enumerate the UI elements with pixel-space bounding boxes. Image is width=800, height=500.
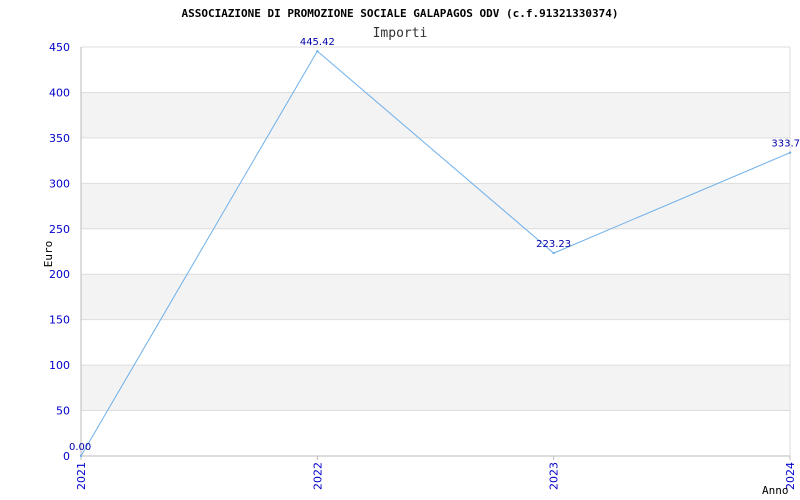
y-tick-label: 300 (49, 177, 70, 190)
x-tick-label: 2023 (548, 462, 561, 490)
y-tick-label: 200 (49, 268, 70, 281)
chart-subtitle: Importi (373, 26, 428, 41)
plot-background (81, 47, 790, 456)
grid-band (81, 92, 790, 138)
grid-band (81, 137, 790, 184)
y-tick-label: 50 (56, 405, 70, 418)
line-chart: ASSOCIAZIONE DI PROMOZIONE SOCIALE GALAP… (42, 7, 800, 497)
x-tick-label: 2021 (75, 462, 88, 490)
grid-band (81, 410, 790, 456)
x-axis-ticks: 2021 2022 2023 2024 (75, 456, 797, 490)
x-tick-label: 2022 (311, 462, 324, 490)
grid-band (81, 365, 790, 411)
y-tick-label: 450 (49, 41, 70, 54)
y-tick-label: 150 (49, 314, 70, 327)
data-point (316, 49, 319, 53)
y-axis-label: Euro (42, 241, 55, 268)
y-tick-label: 350 (49, 132, 70, 145)
y-tick-label: 250 (49, 223, 70, 236)
data-label: 223.23 (536, 239, 571, 250)
grid-band (81, 47, 790, 93)
chart-title: ASSOCIAZIONE DI PROMOZIONE SOCIALE GALAP… (181, 7, 618, 20)
y-tick-label: 400 (49, 86, 70, 99)
x-axis-label: Anno (762, 484, 789, 497)
y-tick-label: 100 (49, 359, 70, 372)
grid-band (81, 319, 790, 366)
grid-band (81, 228, 790, 275)
data-point (788, 151, 792, 154)
data-point (552, 251, 555, 255)
data-label: 0.00 (69, 442, 91, 453)
grid-band (81, 274, 790, 320)
grid-band (81, 183, 790, 229)
data-label: 333.7 (771, 139, 800, 150)
data-label: 445.42 (300, 37, 335, 48)
data-point (79, 454, 83, 458)
